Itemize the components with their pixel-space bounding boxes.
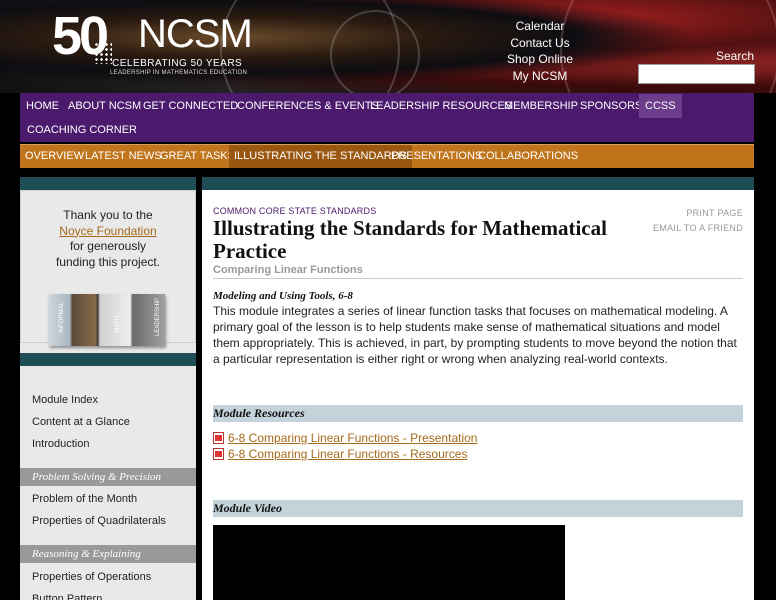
sidebar-group-reasoning: Properties of Operations Button Pattern [20,566,196,600]
thanks-line: for generously [69,239,147,253]
search-label: Search [715,49,754,63]
logo-dots-icon [94,42,112,64]
sidebar-heading-problem-solving: Problem Solving & Precision [20,468,196,486]
subnav-great-tasks[interactable]: GREAT TASKS [155,145,240,168]
main-content: COMMON CORE STATE STANDARDS PRINT PAGE E… [202,177,754,600]
module-resources-heading: Module Resources [213,405,743,422]
resource-resources-link[interactable]: 6-8 Comparing Linear Functions - Resourc… [228,447,467,461]
sidebar-item-content-at-a-glance[interactable]: Content at a Glance [20,411,196,433]
logo-subtitle: LEADERSHIP IN MATHEMATICS EDUCATION [110,70,248,76]
module-description: This module integrates a series of linea… [213,304,737,366]
main-navigation: HOME ABOUT NCSM GET CONNECTED CONFERENCE… [20,93,754,142]
nav-home[interactable]: HOME [20,94,65,118]
sidebar-item-introduction[interactable]: Introduction [20,433,196,455]
subnav-collaborations[interactable]: COLLABORATIONS [473,145,583,168]
content-top-bar [202,177,754,190]
site-header: 50 NCSM CELEBRATING 50 YEARS LEADERSHIP … [0,0,776,93]
book-text: INFORMAL [59,302,65,334]
book-cover-image[interactable]: INFORMAL MATH LEADERSHIP [49,294,165,346]
sidebar-group-general: Module Index Content at a Glance Introdu… [20,389,196,455]
book-text: MATH [115,316,121,333]
sponsor-thanks-box: Thank you to the Noyce Foundation for ge… [20,190,196,346]
resource-item: 6-8 Comparing Linear Functions - Resourc… [213,446,467,462]
book-text: LEADERSHIP [155,298,161,337]
nav-leadership-resources[interactable]: LEADERSHIP RESOURCES [364,94,518,118]
page-subtitle: Comparing Linear Functions [213,264,363,276]
section-eyebrow: COMMON CORE STATE STANDARDS [213,206,377,216]
sidebar-item-properties-of-operations[interactable]: Properties of Operations [20,566,196,588]
noyce-foundation-link[interactable]: Noyce Foundation [59,224,156,238]
resource-item: 6-8 Comparing Linear Functions - Present… [213,430,477,446]
subnav-illustrating-the-standards[interactable]: ILLUSTRATING THE STANDARDS [229,145,412,168]
calendar-link[interactable]: Calendar [505,18,575,35]
subnav-overview[interactable]: OVERVIEW [20,145,89,168]
nav-coaching-corner[interactable]: COACHING CORNER [21,118,143,142]
module-heading: Modeling and Using Tools, 6-8 [213,290,353,302]
nav-ccss[interactable]: CCSS [639,94,682,118]
page-title: Illustrating the Standards for Mathemati… [213,216,607,263]
thanks-line: funding this project. [55,254,161,269]
thanks-line: Thank you to the [63,208,153,222]
sidebar-divider-bar [20,353,196,366]
logo-name: NCSM [138,12,253,56]
sidebar-item-module-index[interactable]: Module Index [20,389,196,411]
utility-links: Calendar Contact Us Shop Online My NCSM [505,18,575,84]
resource-presentation-link[interactable]: 6-8 Comparing Linear Functions - Present… [228,431,477,445]
my-ncsm-link[interactable]: My NCSM [505,68,575,85]
sidebar-group-problem-solving: Problem of the Month Properties of Quadr… [20,488,196,532]
shop-online-link[interactable]: Shop Online [505,51,575,68]
email-friend-link[interactable]: EMAIL TO A FRIEND [653,221,743,236]
sidebar-heading-reasoning: Reasoning & Explaining [20,545,196,563]
video-player[interactable] [213,525,565,600]
module-video-heading: Module Video [213,500,743,517]
search-input[interactable] [638,64,755,84]
nav-membership[interactable]: MEMBERSHIP [498,94,584,118]
sidebar-item-problem-of-the-month[interactable]: Problem of the Month [20,488,196,510]
sidebar: Thank you to the Noyce Foundation for ge… [20,177,196,600]
nav-about-ncsm[interactable]: ABOUT NCSM [62,94,147,118]
nav-conferences-events[interactable]: CONFERENCES & EVENTS [231,94,385,118]
sidebar-top-bar [20,177,196,190]
sub-navigation: OVERVIEW LATEST NEWS GREAT TASKS ILLUSTR… [20,144,754,168]
sidebar-item-properties-of-quadrilaterals[interactable]: Properties of Quadrilaterals [20,510,196,532]
logo-tagline: CELEBRATING 50 YEARS [112,58,243,69]
subnav-latest-news[interactable]: LATEST NEWS [80,145,167,168]
sidebar-item-button-pattern[interactable]: Button Pattern [20,588,196,600]
header-decoration [330,10,420,93]
pdf-file-icon [213,448,224,460]
ncsm-logo[interactable]: 50 NCSM CELEBRATING 50 YEARS LEADERSHIP … [52,8,253,80]
print-page-link[interactable]: PRINT PAGE [653,206,743,221]
powerpoint-file-icon [213,432,224,444]
title-divider [213,278,743,279]
nav-sponsors[interactable]: SPONSORS [574,94,648,118]
page-tools: PRINT PAGE EMAIL TO A FRIEND [653,206,743,236]
contact-us-link[interactable]: Contact Us [505,35,575,52]
nav-get-connected[interactable]: GET CONNECTED [137,94,244,118]
